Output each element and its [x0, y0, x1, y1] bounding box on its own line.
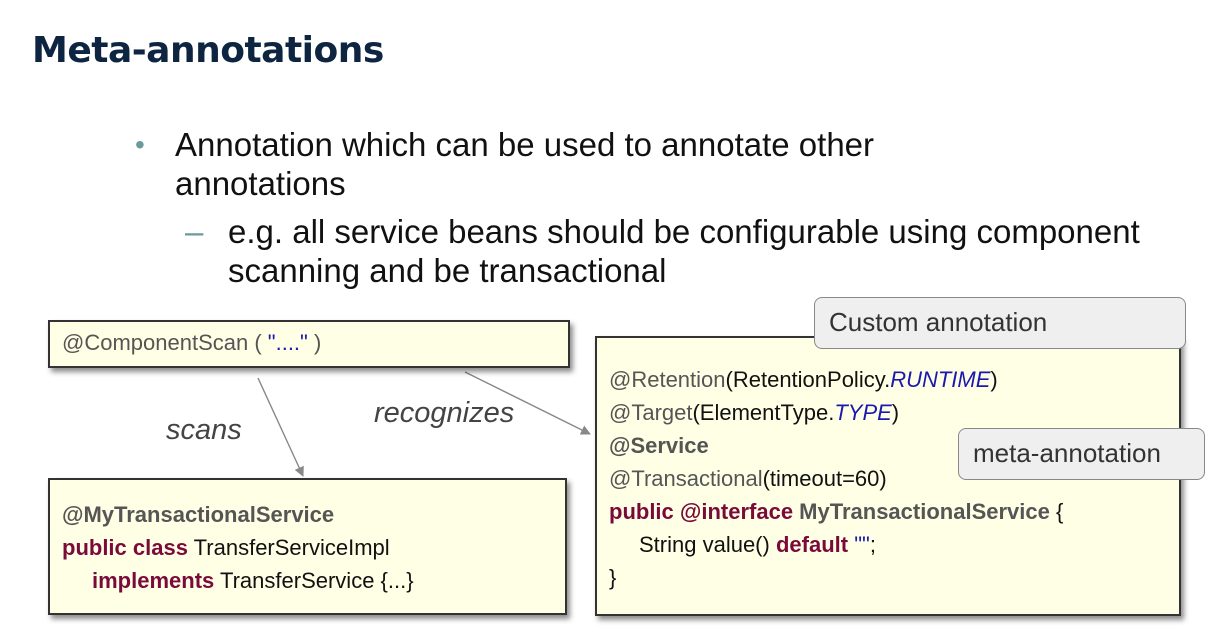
code-line-target: @Target(ElementType.TYPE) [609, 400, 900, 425]
code-line-close: } [609, 565, 617, 590]
code-line-member: String value() default ""; [639, 532, 876, 557]
impl-keyword-class: public class [62, 535, 188, 560]
impl-class-name: TransferServiceImpl [187, 535, 390, 560]
recognizes-label: recognizes [374, 397, 515, 429]
impl-keyword-implements: implements [92, 568, 215, 593]
code-line-declaration: public @interface MyTransactionalService… [609, 499, 1064, 524]
meta-annotation-callout: meta-annotation [958, 428, 1205, 480]
impl-annotation: @MyTransactionalService [62, 502, 335, 527]
scans-label: scans [166, 414, 242, 446]
component-scan-close: ) [307, 330, 322, 355]
component-scan-box: @ComponentScan ( "...." ) [48, 320, 570, 368]
impl-interface-name: TransferService {...} [214, 568, 414, 593]
custom-annotation-callout: Custom annotation [814, 297, 1186, 349]
component-scan-value: "...." [267, 330, 308, 355]
code-line-retention: @Retention(RetentionPolicy.RUNTIME) [609, 367, 998, 392]
scans-arrow [257, 377, 304, 477]
component-scan-annotation: @ComponentScan ( [62, 330, 268, 355]
implementation-box: @MyTransactionalService public class Tra… [48, 478, 567, 615]
